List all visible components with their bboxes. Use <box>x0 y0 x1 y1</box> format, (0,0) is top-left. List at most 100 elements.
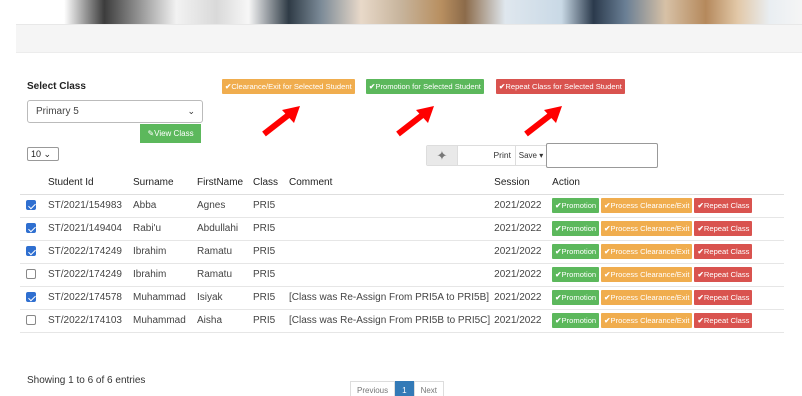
repeat-class-label: Repeat Class <box>703 224 750 233</box>
repeat-class-button[interactable]: ✔Repeat Class <box>694 313 753 328</box>
class-cell: PRI5 <box>249 217 285 241</box>
row-select-cell <box>20 194 44 218</box>
select-class-label: Select Class <box>27 81 86 92</box>
repeat-class-label: Repeat Class <box>703 316 750 325</box>
row-select-cell <box>20 217 44 241</box>
col-surname[interactable]: Surname <box>129 172 193 195</box>
table-body: ST/2021/154983 Abba Agnes PRI5 2021/2022 ✔Pro… <box>20 194 784 333</box>
row-checkbox[interactable] <box>26 223 36 234</box>
promotion-button[interactable]: ✔Promotion <box>552 244 600 259</box>
process-clearance-button[interactable]: ✔Process Clearance/Exit <box>601 221 693 236</box>
promotion-selected-button[interactable]: ✔Promotion for Selected Student <box>366 79 484 94</box>
row-checkbox[interactable] <box>26 269 36 280</box>
row-checkbox[interactable] <box>26 246 36 257</box>
table-row: ST/2022/174249 Ibrahim Ramatu PRI5 2021/2022… <box>20 263 784 287</box>
promotion-button[interactable]: ✔Promotion <box>552 221 600 236</box>
page-length-value: 10 <box>31 149 42 159</box>
repeat-class-label: Repeat Class <box>703 270 750 279</box>
promotion-label: Promotion <box>561 316 597 325</box>
session-cell: 2021/2022 <box>490 309 549 333</box>
col-session[interactable]: Session <box>490 172 549 195</box>
top-bar <box>16 24 802 53</box>
repeat-class-label: Repeat Class <box>703 201 750 210</box>
table-toolbar: ✦ Print Save ▾ <box>426 145 547 166</box>
process-clearance-button[interactable]: ✔Process Clearance/Exit <box>601 267 693 282</box>
student-id-cell: ST/2022/174103 <box>44 309 129 333</box>
row-checkbox[interactable] <box>26 200 36 211</box>
promotion-selected-label: Promotion for Selected Student <box>375 82 481 91</box>
repeat-selected-label: Repeat Class for Selected Student <box>505 82 622 91</box>
table-row: ST/2021/149404 Rabi'u Abdullahi PRI5 2021/20… <box>20 217 784 241</box>
row-select-cell <box>20 286 44 310</box>
class-cell: PRI5 <box>249 286 285 310</box>
save-button[interactable]: Save ▾ <box>515 146 546 165</box>
row-select-cell <box>20 309 44 333</box>
student-id-cell: ST/2022/174249 <box>44 263 129 287</box>
pagination: Previous 1 Next <box>350 381 445 396</box>
action-cell: ✔Promotion ✔Process Clearance/Exit ✔Repeat… <box>548 286 784 310</box>
previous-page-button[interactable]: Previous <box>350 381 396 396</box>
action-cell: ✔Promotion ✔Process Clearance/Exit ✔Repeat… <box>548 194 784 218</box>
repeat-selected-button[interactable]: ✔Repeat Class for Selected Student <box>496 79 625 94</box>
save-label: Save <box>518 151 537 160</box>
class-cell: PRI5 <box>249 263 285 287</box>
col-class[interactable]: Class <box>249 172 285 195</box>
row-select-cell <box>20 263 44 287</box>
col-firstname[interactable]: FirstName <box>193 172 249 195</box>
promotion-button[interactable]: ✔Promotion <box>552 290 600 305</box>
print-button[interactable]: Print <box>457 146 515 165</box>
process-clearance-button[interactable]: ✔Process Clearance/Exit <box>601 313 693 328</box>
session-cell: 2021/2022 <box>490 263 549 287</box>
process-clearance-button[interactable]: ✔Process Clearance/Exit <box>601 198 693 213</box>
annotation-arrow-icon <box>524 106 562 137</box>
repeat-class-button[interactable]: ✔Repeat Class <box>694 221 753 236</box>
process-clearance-button[interactable]: ✔Process Clearance/Exit <box>601 290 693 305</box>
repeat-class-button[interactable]: ✔Repeat Class <box>694 290 753 305</box>
col-student-id[interactable]: Student Id <box>44 172 129 195</box>
firstname-cell: Aisha <box>193 309 249 333</box>
action-cell: ✔Promotion ✔Process Clearance/Exit ✔Repeat… <box>548 309 784 333</box>
repeat-class-button[interactable]: ✔Repeat Class <box>694 244 753 259</box>
action-cell: ✔Promotion ✔Process Clearance/Exit ✔Repeat… <box>548 263 784 287</box>
row-select-cell <box>20 240 44 264</box>
clearance-selected-button[interactable]: ✔Clearance/Exit for Selected Student <box>222 79 355 94</box>
process-clearance-label: Process Clearance/Exit <box>610 247 690 256</box>
promotion-label: Promotion <box>561 270 597 279</box>
promotion-button[interactable]: ✔Promotion <box>552 267 600 282</box>
table-header-row: Student Id Surname FirstName Class Comme… <box>20 172 784 195</box>
view-class-button[interactable]: ✎View Class <box>140 124 201 143</box>
repeat-class-button[interactable]: ✔Repeat Class <box>694 267 753 282</box>
repeat-class-label: Repeat Class <box>703 293 750 302</box>
row-checkbox[interactable] <box>26 315 36 326</box>
row-checkbox[interactable] <box>26 292 36 303</box>
surname-cell: Abba <box>129 194 193 218</box>
comment-cell <box>285 263 491 287</box>
next-page-button[interactable]: Next <box>413 381 445 396</box>
process-clearance-button[interactable]: ✔Process Clearance/Exit <box>601 244 693 259</box>
firstname-cell: Agnes <box>193 194 249 218</box>
comment-cell <box>285 240 491 264</box>
comment-cell: [Class was Re-Assign From PRI5A to PRI5B… <box>285 286 491 310</box>
student-id-cell: ST/2022/174249 <box>44 240 129 264</box>
page-length-select[interactable]: 10 ⌄ <box>27 147 59 161</box>
promotion-label: Promotion <box>561 293 597 302</box>
session-cell: 2021/2022 <box>490 286 549 310</box>
promotion-button[interactable]: ✔Promotion <box>552 198 600 213</box>
promotion-button[interactable]: ✔Promotion <box>552 313 600 328</box>
search-input[interactable] <box>546 143 658 168</box>
process-clearance-label: Process Clearance/Exit <box>610 201 690 210</box>
caret-down-icon: ▾ <box>539 151 544 160</box>
col-comment[interactable]: Comment <box>285 172 491 195</box>
process-clearance-label: Process Clearance/Exit <box>610 293 690 302</box>
comment-cell <box>285 194 491 218</box>
entries-info: Showing 1 to 6 of 6 entries <box>27 375 146 386</box>
repeat-class-button[interactable]: ✔Repeat Class <box>694 198 753 213</box>
class-cell: PRI5 <box>249 194 285 218</box>
students-table: Student Id Surname FirstName Class Comme… <box>20 172 784 333</box>
col-action: Action <box>548 172 784 195</box>
page-1-button[interactable]: 1 <box>395 381 414 396</box>
class-select[interactable]: Primary 5 ⌄ <box>27 100 203 123</box>
puzzle-icon[interactable]: ✦ <box>427 146 457 165</box>
view-class-label: View Class <box>154 129 194 138</box>
promotion-label: Promotion <box>561 201 597 210</box>
